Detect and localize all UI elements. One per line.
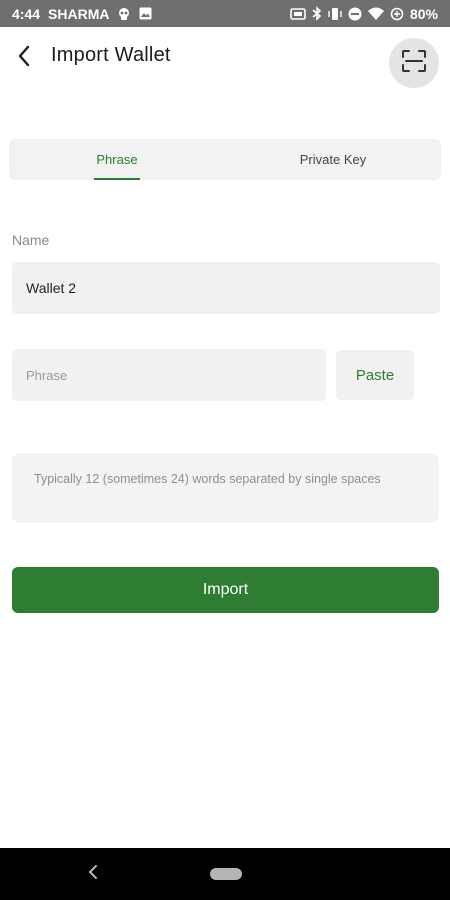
chevron-left-icon	[17, 45, 31, 72]
import-button[interactable]: Import	[12, 567, 439, 613]
nfc-icon	[290, 7, 306, 21]
bluetooth-icon	[312, 6, 322, 21]
scan-frame-icon	[401, 49, 427, 78]
wallet-name-input[interactable]	[12, 262, 440, 314]
nav-home-pill[interactable]	[210, 868, 242, 880]
vibrate-icon	[328, 7, 342, 21]
scan-qr-button[interactable]	[389, 38, 439, 88]
nav-back-icon	[88, 864, 98, 885]
battery-percent: 80%	[409, 5, 438, 22]
wifi-icon	[367, 7, 384, 20]
back-button[interactable]	[8, 40, 40, 76]
data-saver-icon	[390, 7, 404, 21]
import-type-tabs: Phrase Private Key	[9, 139, 441, 180]
do-not-disturb-icon	[348, 7, 362, 21]
nav-back-button[interactable]	[82, 862, 104, 886]
image-icon	[139, 7, 152, 20]
phrase-input[interactable]	[12, 349, 326, 401]
status-carrier: SHARMA	[48, 5, 110, 22]
paste-button[interactable]: Paste	[336, 350, 414, 400]
status-time: 4:44	[12, 5, 41, 22]
phrase-hint: Typically 12 (sometimes 24) words separa…	[12, 453, 439, 523]
status-bar: 4:44 SHARMA 80%	[0, 0, 450, 27]
skull-icon	[117, 7, 131, 21]
page-title: Import Wallet	[51, 44, 171, 66]
system-nav-bar	[0, 848, 450, 900]
tab-private-key[interactable]: Private Key	[225, 139, 441, 180]
tab-phrase[interactable]: Phrase	[9, 139, 225, 180]
name-label: Name	[12, 232, 50, 248]
